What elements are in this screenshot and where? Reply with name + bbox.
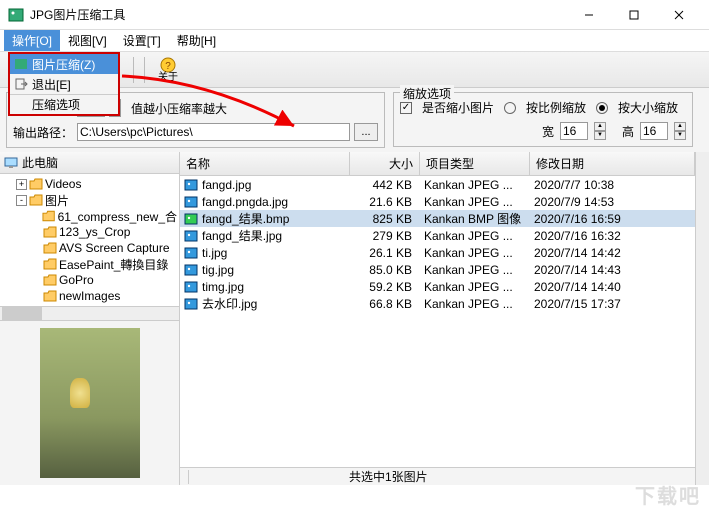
folder-tree[interactable]: +Videos-图片61_compress_new_合123_ys_CropAV… (0, 174, 179, 306)
file-pane: 名称 大小 项目类型 修改日期 fangd.jpg442 KBKankan JP… (180, 152, 695, 485)
file-row[interactable]: tig.jpg85.0 KBKankan JPEG ...2020/7/14 1… (180, 261, 695, 278)
vscrollbar[interactable] (695, 152, 709, 485)
list-header: 名称 大小 项目类型 修改日期 (180, 152, 695, 176)
status-text: 共选中1张图片 (349, 468, 428, 485)
file-row[interactable]: fangd.jpg442 KBKankan JPEG ...2020/7/7 1… (180, 176, 695, 193)
col-size[interactable]: 大小 (350, 152, 420, 175)
expand-toggle[interactable]: + (16, 179, 27, 190)
col-name[interactable]: 名称 (180, 152, 350, 175)
tree-node[interactable]: EasePaint_轉換目錄 (2, 256, 177, 272)
close-button[interactable] (656, 1, 701, 29)
image-file-icon (184, 264, 198, 276)
tree-node[interactable]: 61_compress_new_合 (2, 208, 177, 224)
folder-icon (43, 274, 57, 286)
folder-icon (42, 210, 55, 222)
image-file-icon (184, 179, 198, 191)
compress-icon (14, 57, 28, 71)
scale-fieldset: 缩放选项 是否缩小图片 按比例缩放 按大小缩放 宽 ▲▼ 高 ▲▼ (393, 92, 693, 147)
menu-operate[interactable]: 操作[O] (4, 30, 60, 51)
file-row[interactable]: ti.jpg26.1 KBKankan JPEG ...2020/7/14 14… (180, 244, 695, 261)
tree-node[interactable]: GoPro (2, 272, 177, 288)
toolbar-separator (144, 57, 145, 83)
toolbar-separator (133, 57, 134, 83)
folder-icon (43, 290, 57, 302)
main-split: 此电脑 +Videos-图片61_compress_new_合123_ys_Cr… (0, 152, 709, 485)
image-file-icon (184, 196, 198, 208)
tree-node[interactable]: 123_ys_Crop (2, 224, 177, 240)
height-input[interactable] (640, 122, 668, 140)
preview-pane (0, 320, 179, 485)
file-row[interactable]: timg.jpg59.2 KBKankan JPEG ...2020/7/14 … (180, 278, 695, 295)
image-file-icon (184, 247, 198, 259)
dropdown-exit[interactable]: 退出[E] (10, 74, 118, 94)
file-row[interactable]: fangd_结果.jpg279 KBKankan JPEG ...2020/7/… (180, 227, 695, 244)
tree-node[interactable]: AVS Screen Capture (2, 240, 177, 256)
folder-icon (43, 242, 57, 254)
file-list[interactable]: fangd.jpg442 KBKankan JPEG ...2020/7/7 1… (180, 176, 695, 467)
exit-icon (14, 77, 28, 91)
status-bar: 共选中1张图片 (180, 467, 695, 485)
width-spinner[interactable]: ▲▼ (594, 122, 606, 140)
tree-node[interactable]: +Videos (2, 176, 177, 192)
output-path-input[interactable] (77, 123, 350, 141)
operate-dropdown: 图片压缩(Z) 退出[E] 压缩选项 (8, 52, 120, 116)
tree-hscrollbar[interactable] (0, 306, 179, 320)
file-row[interactable]: fangd_结果.bmp825 KBKankan BMP 图像2020/7/16… (180, 210, 695, 227)
window-title: JPG图片压缩工具 (30, 6, 566, 23)
scale-radio-ratio[interactable] (504, 102, 516, 114)
folder-icon (29, 194, 43, 206)
menu-bar: 操作[O] 视图[V] 设置[T] 帮助[H] (0, 30, 709, 52)
menu-view[interactable]: 视图[V] (60, 30, 115, 51)
folder-icon (43, 258, 57, 270)
dropdown-compress[interactable]: 图片压缩(Z) (10, 54, 118, 74)
dropdown-compress-opts[interactable]: 压缩选项 (10, 94, 118, 114)
tree-header: 此电脑 (0, 152, 179, 174)
folder-icon (43, 226, 57, 238)
file-row[interactable]: fangd.pngda.jpg21.6 KBKankan JPEG ...202… (180, 193, 695, 210)
width-input[interactable] (560, 122, 588, 140)
svg-text:?: ? (165, 61, 171, 72)
menu-help[interactable]: 帮助[H] (169, 30, 224, 51)
image-file-icon (184, 230, 198, 242)
computer-icon (4, 157, 18, 169)
maximize-button[interactable] (611, 1, 656, 29)
output-label: 输出路径： (13, 124, 73, 141)
preview-image (40, 328, 140, 478)
expand-toggle[interactable]: - (16, 195, 27, 206)
image-file-icon (184, 298, 198, 310)
tree-node[interactable]: -图片 (2, 192, 177, 208)
tree-pane: 此电脑 +Videos-图片61_compress_new_合123_ys_Cr… (0, 152, 180, 485)
menu-settings[interactable]: 设置[T] (115, 30, 169, 51)
browse-button[interactable]: ... (354, 123, 378, 141)
minimize-button[interactable] (566, 1, 611, 29)
scale-checkbox[interactable] (400, 102, 412, 114)
about-button[interactable]: ? 关于 (152, 55, 184, 85)
folder-icon (29, 178, 43, 190)
help-icon: ? (160, 57, 176, 73)
height-spinner[interactable]: ▲▼ (674, 122, 686, 140)
col-date[interactable]: 修改日期 (530, 152, 695, 175)
scale-legend: 缩放选项 (400, 85, 454, 102)
ratio-hint: 值越小压缩率越大 (131, 100, 227, 117)
app-icon (8, 7, 24, 23)
title-bar: JPG图片压缩工具 (0, 0, 709, 30)
col-type[interactable]: 项目类型 (420, 152, 530, 175)
scale-radio-size[interactable] (596, 102, 608, 114)
file-row[interactable]: 去水印.jpg66.8 KBKankan JPEG ...2020/7/15 1… (180, 295, 695, 312)
image-file-icon (184, 281, 198, 293)
image-file-icon (184, 213, 198, 225)
watermark: 下载吧 (635, 480, 701, 509)
tree-node[interactable]: newImages (2, 288, 177, 304)
